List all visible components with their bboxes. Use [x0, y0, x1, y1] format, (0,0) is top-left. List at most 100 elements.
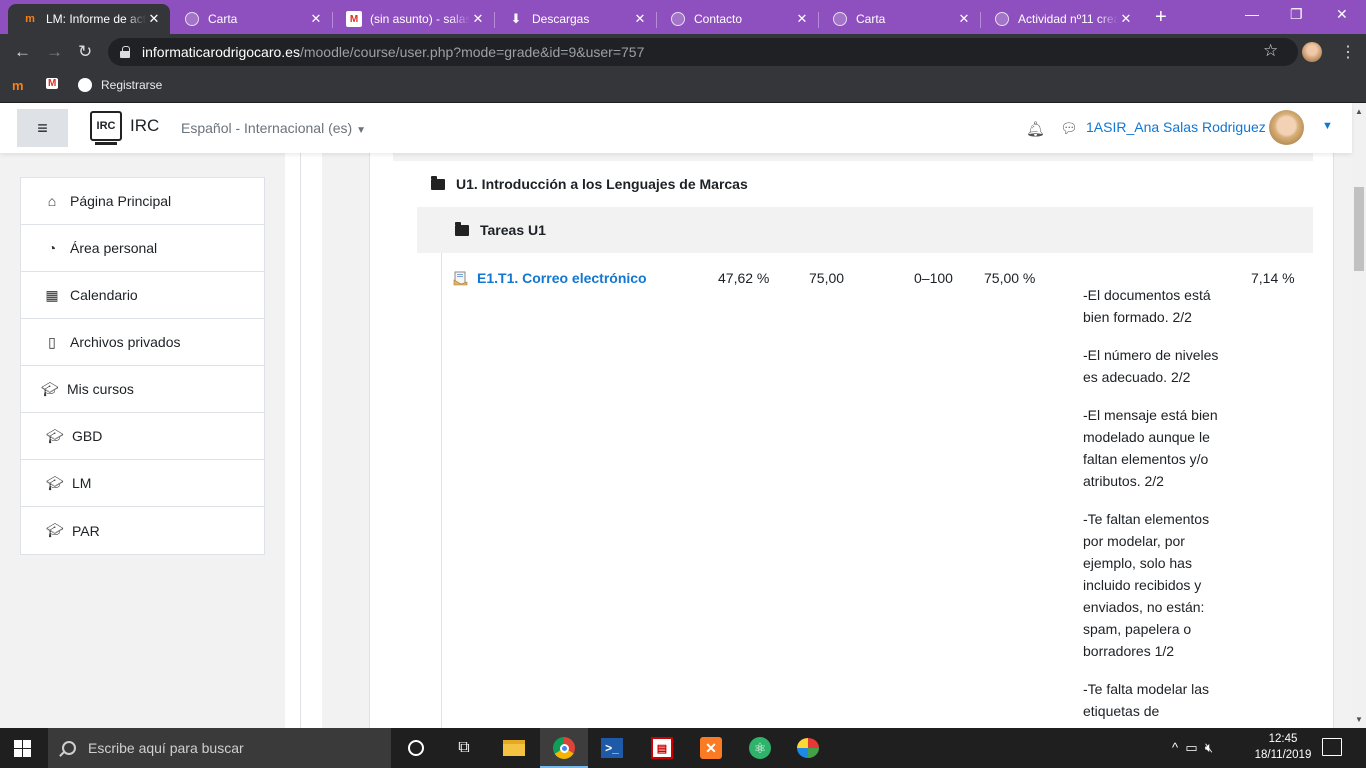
page-scrollbar[interactable]: ▲ ▼: [1352, 103, 1366, 728]
network-icon[interactable]: ▭: [1185, 740, 1197, 755]
nav-item-label: Mis cursos: [67, 381, 134, 397]
logo-text: IRC: [96, 120, 116, 132]
grade-item-link[interactable]: E1.T1. Correo electrónico: [477, 270, 647, 286]
nav-item-area-personal[interactable]: ◔ Área personal: [21, 225, 264, 272]
close-icon[interactable]: ✕: [632, 11, 648, 27]
language-menu[interactable]: Español - Internacional (es) ▼: [181, 120, 366, 136]
minimize-icon[interactable]: —: [1245, 6, 1259, 22]
task-view-icon[interactable]: ⧉: [452, 736, 476, 760]
url-field[interactable]: informaticarodrigocaro.es/moodle/course/…: [108, 38, 1298, 66]
moodle-icon: m: [25, 13, 35, 25]
scroll-down-icon[interactable]: ▼: [1355, 715, 1363, 724]
profile-avatar[interactable]: [1302, 42, 1322, 62]
forward-icon[interactable]: →: [46, 42, 63, 62]
hamburger-icon: ≡: [37, 117, 48, 138]
xampp-icon[interactable]: ✕: [699, 736, 723, 760]
tab-title: Descargas: [532, 12, 590, 26]
moodle-icon: m: [12, 78, 24, 93]
back-icon[interactable]: ←: [14, 42, 31, 62]
report-header-row: [393, 153, 1313, 161]
file-icon: ▯: [48, 333, 56, 350]
bookmark-registrarse[interactable]: Registrarse: [78, 78, 162, 92]
taskbar-search[interactable]: Escribe aquí para buscar: [48, 728, 391, 768]
graduation-cap-icon: 🎓︎: [46, 474, 64, 491]
tab[interactable]: Carta ✕: [170, 4, 332, 34]
nav-item-label: PAR: [72, 522, 100, 539]
notifications-bell-icon[interactable]: 🔔︎: [1026, 120, 1045, 138]
bookmark-moodle[interactable]: m: [12, 78, 24, 93]
close-icon[interactable]: ✕: [470, 11, 486, 27]
tab[interactable]: M (sin asunto) - salas ✕: [332, 4, 494, 34]
bookmark-star-icon[interactable]: ☆: [1263, 41, 1278, 61]
powershell-icon[interactable]: >_: [600, 736, 624, 760]
system-tray[interactable]: ^ ▭ 🔇︎: [1172, 740, 1213, 756]
clock[interactable]: 12:45 18/11/2019: [1248, 731, 1318, 763]
nav-item-mis-cursos[interactable]: 🎓︎ Mis cursos: [21, 366, 264, 413]
user-menu-caret-icon[interactable]: ▼: [1322, 120, 1333, 132]
close-icon[interactable]: ✕: [956, 11, 972, 27]
reload-icon[interactable]: ↻: [78, 42, 92, 62]
search-placeholder: Escribe aquí para buscar: [88, 740, 244, 756]
search-icon: [62, 741, 76, 755]
subcategory-name: Tareas U1: [480, 222, 546, 238]
messages-icon[interactable]: 💬︎: [1060, 120, 1078, 137]
nav-item-lm[interactable]: 🎓︎ LM: [21, 460, 264, 507]
grade-category-row: U1. Introducción a los Lenguajes de Marc…: [393, 161, 1313, 207]
editor-app-icon[interactable]: ▤: [650, 736, 674, 760]
tab-title: Actividad nº11 creación: [1018, 12, 1118, 26]
url-path: /moodle/course/user.php?mode=grade&id=9&…: [299, 44, 645, 60]
new-tab-icon[interactable]: +: [1155, 6, 1167, 29]
weight-cell: 47,62 %: [718, 270, 770, 286]
tab-active[interactable]: m LM: Informe de actividad ✕: [8, 4, 170, 34]
chevron-up-icon[interactable]: ^: [1172, 740, 1178, 755]
nav-drawer: ⌂ Página Principal ◔ Área personal ▦ Calend…: [20, 177, 265, 555]
nav-item-pagina-principal[interactable]: ⌂ Página Principal: [21, 178, 264, 225]
file-explorer-icon[interactable]: [502, 736, 526, 760]
nav-item-gbd[interactable]: 🎓︎ GBD: [21, 413, 264, 460]
chrome-icon[interactable]: [552, 736, 576, 760]
nav-item-archivos-privados[interactable]: ▯ Archivos privados: [21, 319, 264, 366]
range-cell: 0–100: [914, 270, 953, 286]
action-center-icon[interactable]: [1322, 738, 1342, 756]
close-icon[interactable]: ✕: [794, 11, 810, 27]
menu-toggle-button[interactable]: ≡: [17, 109, 68, 147]
home-icon: ⌂: [47, 193, 57, 209]
tab-title: LM: Informe de actividad: [46, 12, 146, 26]
scroll-up-icon[interactable]: ▲: [1355, 107, 1363, 116]
close-icon[interactable]: ✕: [146, 11, 162, 27]
site-logo[interactable]: IRC IRC: [90, 111, 159, 145]
tab-title: Carta: [856, 12, 886, 26]
more-menu-icon[interactable]: ⋮: [1340, 42, 1356, 62]
nav-item-label: Calendario: [70, 287, 138, 303]
tab[interactable]: Contacto ✕: [656, 4, 818, 34]
cortana-icon[interactable]: [404, 736, 428, 760]
scrollbar-thumb[interactable]: [1354, 187, 1364, 271]
user-name[interactable]: 1ASIR_Ana Salas Rodriguez: [1086, 119, 1266, 135]
grade-subcategory-row: Tareas U1: [417, 207, 1313, 253]
globe-icon: [832, 11, 848, 27]
tab[interactable]: ⬇ Descargas ✕: [494, 4, 656, 34]
bookmark-gmail[interactable]: M: [46, 78, 59, 89]
nav-item-calendario[interactable]: ▦ Calendario: [21, 272, 264, 319]
dashboard-icon: ◔: [47, 240, 57, 256]
contribution-cell: 7,14 %: [1251, 270, 1295, 286]
feedback-line: -Te faltan elementos por modelar, por ej…: [1083, 511, 1210, 659]
download-icon: ⬇: [510, 11, 522, 26]
calendar-icon: ▦: [45, 286, 59, 303]
paint-icon[interactable]: [796, 736, 820, 760]
tab[interactable]: Carta ✕: [818, 4, 980, 34]
clock-date: 18/11/2019: [1254, 749, 1312, 761]
user-avatar[interactable]: [1269, 110, 1304, 145]
nav-item-par[interactable]: 🎓︎ PAR: [21, 507, 264, 554]
window-close-icon[interactable]: ✕: [1336, 6, 1348, 23]
atom-icon[interactable]: ⚛: [748, 736, 772, 760]
graduation-cap-icon: 🎓︎: [46, 427, 64, 444]
restore-icon[interactable]: ❐: [1290, 6, 1303, 23]
close-icon[interactable]: ✕: [1118, 11, 1134, 27]
globe-icon: [670, 11, 686, 27]
tab[interactable]: Actividad nº11 creación ✕: [980, 4, 1142, 34]
windows-start-icon[interactable]: [14, 740, 31, 757]
close-icon[interactable]: ✕: [308, 11, 324, 27]
volume-muted-icon[interactable]: 🔇︎: [1205, 740, 1213, 755]
url-host: informaticarodrigocaro.es: [142, 44, 300, 60]
